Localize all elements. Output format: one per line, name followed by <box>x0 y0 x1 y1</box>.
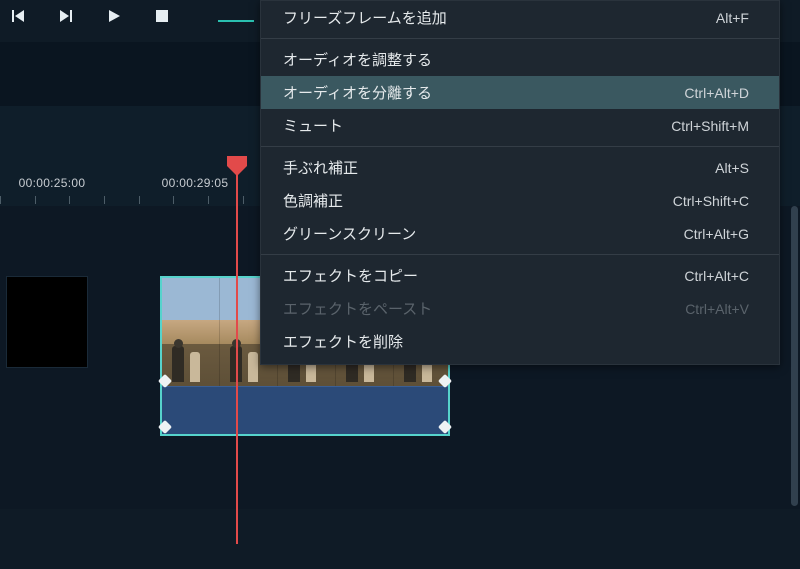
menu-item-shortcut: Ctrl+Shift+C <box>673 193 749 209</box>
menu-separator <box>261 254 779 255</box>
playhead-icon <box>225 156 249 176</box>
playhead-line <box>236 174 238 544</box>
prev-frame-icon <box>10 8 26 24</box>
menu-item-shortcut: Ctrl+Alt+D <box>684 85 749 101</box>
menu-item-paste-effects: エフェクトをペースト Ctrl+Alt+V <box>261 292 779 325</box>
menu-item-shortcut: Alt+F <box>716 10 749 26</box>
stop-button[interactable] <box>152 6 172 26</box>
menu-item-label: グリーンスクリーン <box>283 223 416 244</box>
menu-separator <box>261 146 779 147</box>
menu-item-green-screen[interactable]: グリーンスクリーン Ctrl+Alt+G <box>261 217 779 250</box>
next-frame-icon <box>58 8 74 24</box>
menu-item-shortcut: Ctrl+Alt+G <box>684 226 749 242</box>
menu-separator <box>261 38 779 39</box>
menu-item-label: 手ぶれ補正 <box>283 157 358 178</box>
menu-item-mute[interactable]: ミュート Ctrl+Shift+M <box>261 109 779 142</box>
clip-black-video[interactable] <box>6 276 88 368</box>
vertical-scrollbar[interactable] <box>791 206 798 506</box>
menu-item-shortcut: Alt+S <box>715 160 749 176</box>
clip-audio-track[interactable] <box>162 386 448 434</box>
stop-icon <box>155 9 169 23</box>
menu-item-stabilize[interactable]: 手ぶれ補正 Alt+S <box>261 151 779 184</box>
menu-item-shortcut: Ctrl+Alt+V <box>685 301 749 317</box>
menu-item-label: エフェクトを削除 <box>283 331 403 352</box>
menu-item-label: 色調補正 <box>283 190 343 211</box>
menu-item-label: エフェクトをペースト <box>283 298 432 319</box>
toolbar-marker-accent <box>218 20 254 22</box>
menu-item-label: ミュート <box>283 115 343 136</box>
menu-item-freeze-frame[interactable]: フリーズフレームを追加 Alt+F <box>261 1 779 34</box>
menu-item-label: オーディオを分離する <box>283 82 432 103</box>
menu-item-delete-effects[interactable]: エフェクトを削除 <box>261 325 779 358</box>
menu-item-label: オーディオを調整する <box>283 49 432 70</box>
menu-item-shortcut: Ctrl+Shift+M <box>671 118 749 134</box>
footer-band <box>0 509 800 569</box>
ruler-tick: 00:00:29:05 <box>162 176 229 190</box>
playhead-handle[interactable] <box>225 156 249 176</box>
ruler-timecode: 00:00:25:00 <box>19 176 86 190</box>
menu-item-shortcut: Ctrl+Alt+C <box>684 268 749 284</box>
prev-frame-button[interactable] <box>8 6 28 26</box>
context-menu: フリーズフレームを追加 Alt+F オーディオを調整する オーディオを分離する … <box>260 0 780 365</box>
ruler-timecode: 00:00:29:05 <box>162 176 229 190</box>
menu-item-adjust-audio[interactable]: オーディオを調整する <box>261 43 779 76</box>
play-button[interactable] <box>104 6 124 26</box>
menu-item-label: フリーズフレームを追加 <box>283 7 447 28</box>
menu-item-copy-effects[interactable]: エフェクトをコピー Ctrl+Alt+C <box>261 259 779 292</box>
next-frame-button[interactable] <box>56 6 76 26</box>
transport-toolbar <box>8 6 172 26</box>
menu-item-color-correct[interactable]: 色調補正 Ctrl+Shift+C <box>261 184 779 217</box>
menu-item-label: エフェクトをコピー <box>283 265 418 286</box>
menu-item-detach-audio[interactable]: オーディオを分離する Ctrl+Alt+D <box>261 76 779 109</box>
play-icon <box>106 8 122 24</box>
ruler-tick: 00:00:25:00 <box>19 176 86 190</box>
